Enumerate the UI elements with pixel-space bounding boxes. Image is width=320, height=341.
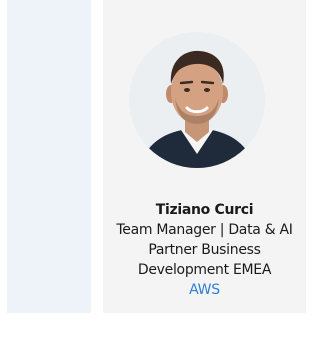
speaker-avatar <box>129 32 265 168</box>
speaker-role: Team Manager | Data & AI Partner Busines… <box>116 222 293 278</box>
speaker-company-link[interactable]: AWS <box>103 280 306 300</box>
page: Tiziano Curci Team Manager | Data & AI P… <box>0 0 306 341</box>
speaker-info: Tiziano Curci Team Manager | Data & AI P… <box>103 200 306 300</box>
speaker-name: Tiziano Curci <box>155 202 254 218</box>
speaker-card: Tiziano Curci Team Manager | Data & AI P… <box>103 0 306 313</box>
left-panel <box>7 0 91 313</box>
